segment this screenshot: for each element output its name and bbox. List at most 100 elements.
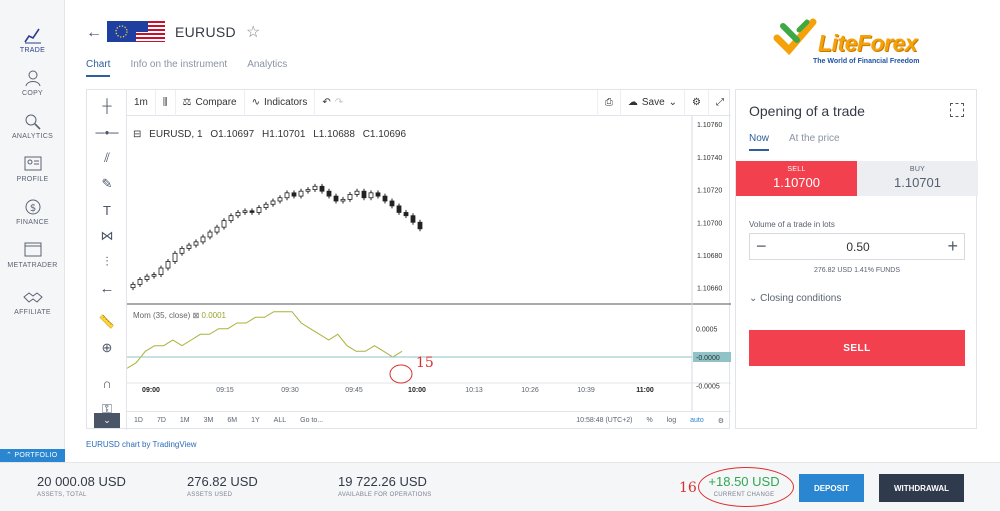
prediction-icon[interactable]: ⫶ [97, 253, 117, 271]
fullscreen-button[interactable]: ⤢ [708, 89, 731, 116]
expand-icon[interactable] [950, 103, 964, 117]
sell-price-box[interactable]: SELL 1.10700 [736, 161, 857, 196]
pattern-icon[interactable]: ⋈ [97, 227, 117, 245]
portfolio-tab[interactable]: ⌃ PORTFOLIO [0, 449, 65, 462]
us-flag [136, 21, 165, 42]
favorite-star-icon[interactable]: ☆ [246, 22, 260, 42]
withdrawal-button[interactable]: WITHDRAWAL [879, 474, 964, 502]
nav-finance[interactable]: $ FINANCE [0, 198, 65, 226]
nav-trade[interactable]: TRADE [0, 26, 65, 54]
chart-bottom-bar: 1D 7D 1M 3M 6M 1Y ALL Go to... 10:58:48 … [127, 411, 731, 429]
indicators-button[interactable]: ∿ Indicators [245, 89, 316, 116]
camera-icon: ⎙ [604, 97, 613, 108]
clock-readout: 10:58:48 (UTC+2) [576, 417, 633, 424]
range-1m[interactable]: 1M [173, 417, 197, 424]
nav-affiliate[interactable]: AFFILIATE [0, 288, 65, 316]
annotation-circle-15 [389, 364, 413, 384]
arrow-left-icon[interactable]: ← [97, 279, 117, 297]
back-arrow-icon[interactable]: ← [86, 24, 102, 42]
range-1d[interactable]: 1D [127, 417, 150, 424]
nav-copy[interactable]: COPY [0, 69, 65, 97]
log-toggle[interactable]: log [660, 417, 683, 424]
candle [312, 185, 318, 190]
crosshair-icon[interactable]: ┼ [97, 96, 117, 114]
metatrader-icon [24, 242, 41, 257]
trend-lines-icon[interactable]: ⫽ [97, 149, 117, 167]
candle [410, 215, 416, 223]
buy-price-box[interactable]: BUY 1.10701 [857, 161, 978, 196]
deposit-button[interactable]: DEPOSIT [799, 474, 864, 502]
cloud-icon: ☁ [627, 97, 638, 108]
tab-at-price[interactable]: At the price [789, 133, 840, 151]
save-label: Save [641, 97, 665, 108]
assets-total-label: ASSETS, TOTAL [37, 492, 87, 498]
candle [291, 192, 297, 197]
legend-high: H1.10701 [262, 129, 306, 140]
range-7d[interactable]: 7D [150, 417, 173, 424]
closing-conditions-toggle[interactable]: ⌄ Closing conditions [749, 293, 841, 304]
eu-flag [107, 21, 136, 42]
volume-label: Volume of a trade in lots [749, 220, 835, 229]
volume-value[interactable]: 0.50 [750, 240, 966, 254]
candles-type-button[interactable]: ⫼ [156, 89, 176, 116]
time-tick-label: 10:26 [521, 387, 539, 394]
affiliate-icon [22, 292, 43, 303]
undo-button[interactable]: ↶ ↷ [315, 90, 350, 116]
eurusd-flag-icon [107, 21, 165, 42]
interval-button[interactable]: 1m [127, 89, 156, 116]
nav-label: FINANCE [16, 219, 49, 226]
gear-icon: ⚙ [692, 97, 701, 108]
plus-icon[interactable]: + [947, 236, 958, 257]
candle [256, 207, 262, 213]
panel-title: Opening of a trade [749, 103, 865, 119]
tab-now[interactable]: Now [749, 133, 770, 151]
left-nav: TRADE COPY ANALYTICS PROFILE $ FINANCE M… [0, 0, 65, 462]
candle [354, 190, 360, 195]
drawing-toolbar: ┼ ─•─ ⫽ ✎ T ⋈ ⫶ ← 📏 ⊕ ∩ ⚿ ⌄ [87, 90, 127, 430]
legend-collapse-icon[interactable]: ⊟ [133, 129, 141, 140]
settings-button[interactable]: ⚙ [684, 89, 708, 116]
price-tick-label: 1.10740 [697, 155, 722, 162]
range-all[interactable]: ALL [267, 417, 293, 424]
nav-profile[interactable]: PROFILE [0, 155, 65, 183]
range-3m[interactable]: 3M [197, 417, 221, 424]
brush-icon[interactable]: ✎ [97, 175, 117, 193]
text-tool-icon[interactable]: T [97, 201, 117, 219]
compare-button[interactable]: ⚖ Compare [176, 89, 245, 116]
legend-close: C1.10696 [362, 129, 407, 140]
candle [403, 212, 409, 217]
buy-label: BUY [909, 166, 926, 173]
magnet-icon[interactable]: ∩ [97, 374, 117, 392]
price-tick-label: 1.10720 [697, 188, 722, 195]
ruler-icon[interactable]: 📏 [97, 313, 117, 331]
percent-toggle[interactable]: % [640, 417, 660, 424]
horizontal-line-icon[interactable]: ─•─ [96, 123, 119, 141]
sell-button[interactable]: SELL [749, 330, 965, 366]
account-footer: 20 000.08 USD ASSETS, TOTAL 276.82 USD A… [0, 462, 1000, 511]
chart-settings-icon[interactable]: ⚙ [711, 417, 731, 425]
save-button[interactable]: ☁ Save ⌄ [619, 89, 684, 116]
screenshot-button[interactable]: ⎙ [596, 89, 620, 116]
goto-button[interactable]: Go to... [293, 417, 330, 424]
nav-metatrader[interactable]: METATRADER [0, 241, 65, 269]
momentum-tick-label: 0.0005 [696, 327, 718, 334]
candle [151, 274, 157, 277]
tab-info[interactable]: Info on the instrument [130, 59, 227, 77]
candle [200, 236, 206, 243]
range-6m[interactable]: 6M [220, 417, 244, 424]
time-tick-label: 09:15 [216, 387, 234, 394]
zoom-icon[interactable]: ⊕ [97, 339, 117, 357]
redo-icon[interactable]: ↷ [335, 97, 343, 108]
instrument-tabs: Chart Info on the instrument Analytics [86, 59, 287, 77]
tab-chart[interactable]: Chart [86, 59, 111, 77]
tab-analytics[interactable]: Analytics [247, 59, 287, 77]
nav-analytics[interactable]: ANALYTICS [0, 112, 65, 140]
candle [361, 190, 367, 199]
momentum-close-icon[interactable]: ⊠ [193, 311, 202, 320]
volume-stepper[interactable]: − 0.50 + [749, 233, 965, 260]
tradingview-credit[interactable]: EURUSD chart by TradingView [86, 440, 197, 449]
auto-toggle[interactable]: auto [683, 417, 711, 424]
range-1y[interactable]: 1Y [244, 417, 267, 424]
assets-total-value: 20 000.08 USD [37, 474, 126, 489]
chevron-down-icon[interactable]: ⌄ [94, 413, 120, 428]
